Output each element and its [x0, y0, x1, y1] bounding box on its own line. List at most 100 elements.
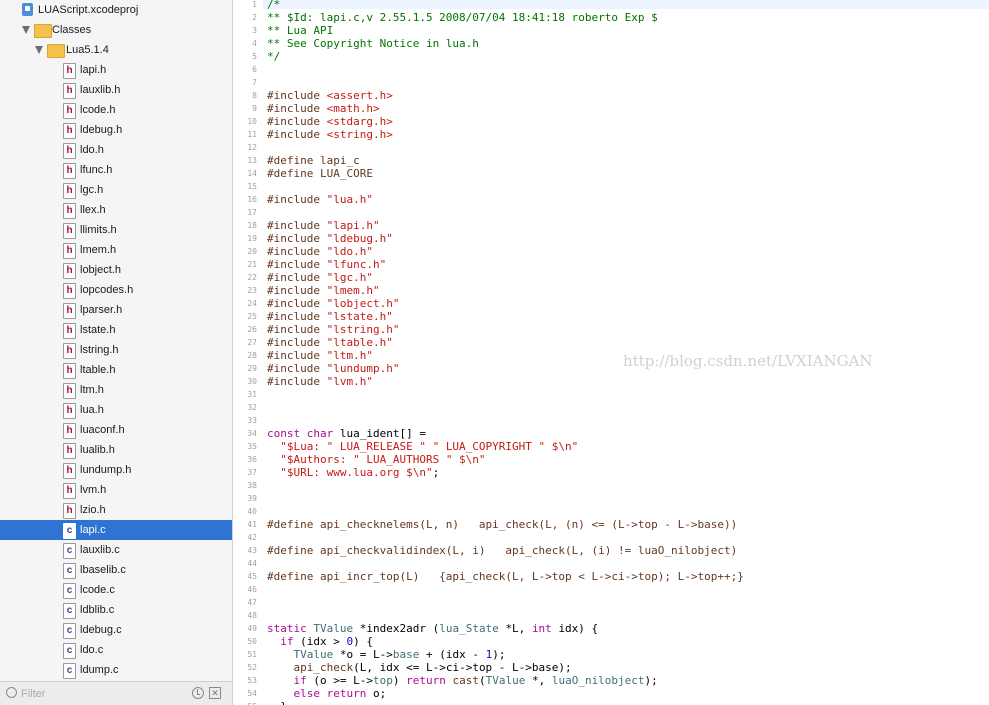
code-line[interactable]: #include "lapi.h": [267, 219, 380, 232]
tree-row-file[interactable]: h lfunc.h: [0, 160, 232, 180]
tree-row-file[interactable]: c ldo.c: [0, 640, 232, 660]
tree-row-file[interactable]: h lauxlib.h: [0, 80, 232, 100]
tree-row-file[interactable]: h llex.h: [0, 200, 232, 220]
line-number: 45: [247, 572, 257, 581]
code-line[interactable]: #include "ldebug.h": [267, 232, 393, 245]
tree-row-file[interactable]: c lauxlib.c: [0, 540, 232, 560]
file-name: luaconf.h: [80, 424, 125, 436]
tree-row-file[interactable]: h ltm.h: [0, 380, 232, 400]
code-line[interactable]: #define api_checknelems(L, n) api_check(…: [267, 518, 737, 531]
code-line[interactable]: if (o >= L->top) return cast(TValue *, l…: [267, 674, 658, 687]
code-token: return: [406, 674, 453, 687]
tree-row-file[interactable]: h lualib.h: [0, 440, 232, 460]
tree-row-file[interactable]: h lzio.h: [0, 500, 232, 520]
code-line[interactable]: TValue *o = L->base + (idx - 1);: [267, 648, 506, 661]
c-file-icon: c: [63, 563, 76, 579]
code-line[interactable]: #define api_incr_top(L) {api_check(L, L-…: [267, 570, 744, 583]
tree-row-file[interactable]: h lparser.h: [0, 300, 232, 320]
header-file-icon: h: [63, 83, 76, 99]
code-line[interactable]: #include <string.h>: [267, 128, 393, 141]
code-line[interactable]: }: [267, 700, 287, 705]
code-line[interactable]: "$URL: www.lua.org $\n";: [267, 466, 439, 479]
code-line[interactable]: #include <stdarg.h>: [267, 115, 393, 128]
scm-filter-icon[interactable]: ✕: [209, 687, 221, 699]
file-name: lualib.h: [80, 444, 115, 456]
tree-row-file[interactable]: c ldump.c: [0, 660, 232, 680]
tree-row-file[interactable]: h ldebug.h: [0, 120, 232, 140]
code-line[interactable]: #include "ldo.h": [267, 245, 373, 258]
tree-row-file[interactable]: h lstate.h: [0, 320, 232, 340]
code-line[interactable]: ** See Copyright Notice in lua.h: [267, 37, 479, 50]
tree-row-group-classes[interactable]: Classes: [0, 20, 232, 40]
code-line[interactable]: #include "lvm.h": [267, 375, 373, 388]
disclosure-triangle-icon[interactable]: [35, 46, 43, 54]
code-token: #include: [267, 349, 327, 362]
line-number: 44: [247, 559, 257, 568]
code-line[interactable]: #include <math.h>: [267, 102, 380, 115]
code-line[interactable]: static TValue *index2adr (lua_State *L, …: [267, 622, 598, 635]
code-line[interactable]: #include "ltm.h": [267, 349, 373, 362]
tree-row-file[interactable]: h lstring.h: [0, 340, 232, 360]
tree-row-file[interactable]: h lobject.h: [0, 260, 232, 280]
disclosure-triangle-icon[interactable]: [22, 26, 30, 34]
tree-row-file[interactable]: h lundump.h: [0, 460, 232, 480]
tree-row-file[interactable]: h lopcodes.h: [0, 280, 232, 300]
tree-row-group-lua514[interactable]: Lua5.1.4: [0, 40, 232, 60]
tree-row-file[interactable]: h lcode.h: [0, 100, 232, 120]
code-token: #define api_checknelems(L, n) api_check(…: [267, 518, 738, 531]
code-line[interactable]: "$Lua: " LUA_RELEASE " " LUA_COPYRIGHT "…: [267, 440, 578, 453]
code-line[interactable]: #define LUA_CORE: [267, 167, 373, 180]
tree-row-file[interactable]: h llimits.h: [0, 220, 232, 240]
code-line[interactable]: #include "lundump.h": [267, 362, 399, 375]
code-line[interactable]: #define lapi_c: [267, 154, 360, 167]
code-token: #define lapi_c: [267, 154, 360, 167]
tree-row-file[interactable]: h lvm.h: [0, 480, 232, 500]
tree-row-project[interactable]: LUAScript.xcodeproj: [0, 0, 232, 20]
code-line[interactable]: #define api_checkvalidindex(L, i) api_ch…: [267, 544, 737, 557]
code-token: #include: [267, 102, 327, 115]
code-line[interactable]: */: [267, 50, 280, 63]
code-editor[interactable]: 1 2 3 4 5 6 7 8 9 10 11 12 13 14 15 16 17 18 19 20 21 22 23 24 2…: [233, 0, 989, 705]
file-name: lua.h: [80, 404, 104, 416]
code-line[interactable]: #include "lgc.h": [267, 271, 373, 284]
tree-row-file[interactable]: c lcode.c: [0, 580, 232, 600]
line-number: 20: [247, 247, 257, 256]
code-line[interactable]: #include "lstring.h": [267, 323, 399, 336]
filter-input[interactable]: [21, 686, 181, 702]
tree-row-file[interactable]: h lua.h: [0, 400, 232, 420]
code-line[interactable]: ** Lua API: [267, 24, 333, 37]
tree-row-file[interactable]: c lapi.c: [0, 520, 232, 540]
tree-row-file[interactable]: c ldebug.c: [0, 620, 232, 640]
code-line[interactable]: "$Authors: " LUA_AUTHORS " $\n": [267, 453, 485, 466]
code-line[interactable]: #include "lfunc.h": [267, 258, 386, 271]
tree-row-file[interactable]: h ldo.h: [0, 140, 232, 160]
code-line[interactable]: #include "lua.h": [267, 193, 373, 206]
code-token: "ldo.h": [326, 245, 373, 258]
line-number: 26: [247, 325, 257, 334]
line-number: 42: [247, 533, 257, 542]
code-line[interactable]: #include "lstate.h": [267, 310, 393, 323]
code-line[interactable]: #include "lmem.h": [267, 284, 380, 297]
tree-row-file[interactable]: h lmem.h: [0, 240, 232, 260]
tree-row-file[interactable]: h lapi.h: [0, 60, 232, 80]
code-line[interactable]: const char lua_ident[] =: [267, 427, 426, 440]
file-name: llex.h: [80, 204, 106, 216]
code-line[interactable]: if (idx > 0) {: [267, 635, 373, 648]
code-line[interactable]: else return o;: [267, 687, 387, 700]
code-line[interactable]: /*: [267, 0, 280, 11]
code-line[interactable]: ** $Id: lapi.c,v 2.55.1.5 2008/07/04 18:…: [267, 11, 658, 24]
line-number: 43: [247, 546, 257, 555]
tree-row-file[interactable]: c lbaselib.c: [0, 560, 232, 580]
code-token: #define api_checkvalidindex(L, i) api_ch…: [267, 544, 738, 557]
code-line[interactable]: api_check(L, idx <= L->ci->top - L->base…: [267, 661, 572, 674]
tree-row-file[interactable]: h lgc.h: [0, 180, 232, 200]
code-line[interactable]: #include "ltable.h": [267, 336, 393, 349]
code-line[interactable]: #include <assert.h>: [267, 89, 393, 102]
tree-row-file[interactable]: h luaconf.h: [0, 420, 232, 440]
code-line[interactable]: #include "lobject.h": [267, 297, 399, 310]
tree-row-file[interactable]: h ltable.h: [0, 360, 232, 380]
tree-row-file[interactable]: c ldblib.c: [0, 600, 232, 620]
clock-icon[interactable]: [192, 687, 204, 699]
code-token: "lua.h": [326, 193, 373, 206]
